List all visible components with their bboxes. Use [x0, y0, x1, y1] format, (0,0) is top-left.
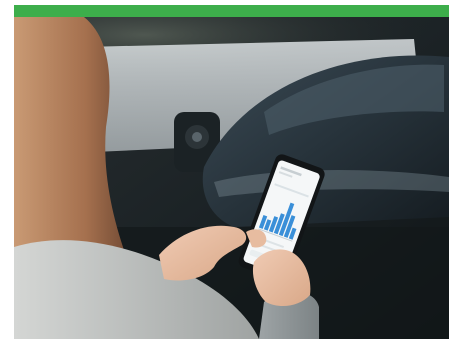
ev-charging-photo [14, 17, 449, 339]
green-top-bar [14, 5, 449, 17]
photo-frame [14, 5, 449, 339]
